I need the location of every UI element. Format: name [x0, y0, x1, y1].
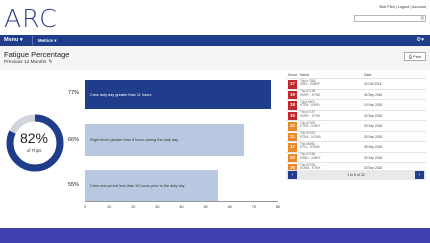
table-row[interactable]: 20 Trip #7166 KSBD - KMRY 30 Sep 2018 [286, 151, 426, 162]
trip-route: KTNX - KMRY [300, 124, 321, 129]
trip-route: KSDI - KMMF [300, 82, 320, 87]
x-tick-label: 30 [155, 205, 160, 209]
bar-value-label: 77% [68, 90, 80, 96]
period-selector[interactable]: Previous 12 Months ✎ [4, 60, 52, 65]
bar-category-label: Crew rest period less than 10 hours prio… [90, 183, 185, 188]
gauge-label: of Trips [26, 148, 42, 153]
nav-divider [32, 36, 33, 45]
score-badge: 27 [288, 80, 297, 89]
table-row[interactable]: 15 Trip #7187 KMRY - KTNX 30 Sep 2018 [286, 109, 426, 120]
trip-name[interactable]: Trip #7032 KTNX - KOMA [300, 131, 321, 139]
x-tick-label: 50 [203, 205, 208, 209]
chart-bar[interactable]: Crew rest period less than 10 hours prio… [85, 170, 218, 201]
table-row[interactable]: 17 Trip #6981 KTLL - KSDM 28 Sep 2018 [286, 141, 426, 152]
table-row[interactable]: 27 Trip # 7582 KSDI - KMMF 30 Oct 2018 [286, 78, 426, 89]
trip-date: 25 Sep 2018 [364, 124, 383, 128]
trip-name[interactable]: Trip #7029 KTNX - KMRY [300, 121, 321, 129]
trip-date: 30 Sep 2018 [364, 155, 383, 160]
trip-score-table: Score Name Date 27 Trip # 7582 KSDI - KMMF… [286, 72, 426, 173]
trip-date: 30 Sep 2018 [364, 113, 383, 118]
chart-bar[interactable]: Flight times greater than 8 hours during… [85, 124, 245, 156]
trip-date: 28 Sep 2018 [364, 145, 383, 149]
pager-text: 1 to 8 of 32 [347, 173, 365, 177]
x-tick-label: 40 [179, 205, 184, 209]
bar-category-label: Flight times greater than 8 hours during… [90, 138, 179, 142]
print-label: Print [413, 54, 422, 59]
chart-bar[interactable]: Crew duty day greater than 11 hours [85, 80, 271, 109]
page-title: Fatigue Percentage [4, 50, 70, 59]
score-badge: 17 [288, 143, 297, 152]
table-row[interactable]: 22 Trip #7029 KTNX - KMRY 25 Sep 2018 [286, 120, 426, 131]
column-header-name[interactable]: Name [300, 73, 309, 77]
period-label: Previous 12 Months [4, 60, 47, 65]
chevron-right-icon[interactable]: › [415, 171, 424, 179]
user-account-links[interactable]: Bob Pilot | Logout | Account [379, 5, 426, 9]
score-badge: 22 [288, 122, 297, 131]
trip-date: 30 Sep 2018 [364, 134, 383, 139]
score-badge: 20 [288, 153, 297, 162]
page: ARC Bob Pilot | Logout | Account ⚲ Menu … [0, 0, 430, 228]
gear-icon[interactable]: ⚙▾ [416, 37, 424, 43]
score-badge: 15 [288, 111, 297, 120]
metrics-dropdown[interactable]: Metrics ▾ [38, 38, 56, 44]
x-axis-line [85, 201, 278, 202]
trip-name[interactable]: Trip #7166 KSBD - KMRY [300, 152, 321, 160]
bar-value-label: 55% [68, 182, 80, 188]
column-header-date[interactable]: Date [364, 73, 371, 77]
top-bar: ARC Bob Pilot | Logout | Account ⚲ [0, 0, 430, 34]
search-input[interactable]: ⚲ [354, 15, 426, 22]
menu-dropdown[interactable]: Menu ▾ [4, 37, 23, 43]
x-tick-label: 20 [131, 205, 136, 209]
score-badge: 19 [288, 90, 297, 99]
nav-bar: Menu ▾ Metrics ▾ ⚙▾ [0, 35, 430, 46]
trip-route: KTNX - KOMA [300, 134, 321, 139]
x-tick-label: 70 [251, 205, 256, 209]
trip-date: 10 Sep 2018 [364, 103, 383, 107]
page-header: Fatigue Percentage Previous 12 Months ✎ ⎙… [0, 46, 430, 70]
table-body: 27 Trip # 7582 KSDI - KMMF 30 Oct 2018 19 Tri… [286, 78, 426, 173]
gauge-value: 82% [19, 130, 49, 146]
print-button[interactable]: ⎙ Print [404, 52, 426, 61]
trip-date: 30 Sep 2018 [364, 92, 383, 97]
trip-name[interactable]: Trip #7187 KMRY - KTNX [300, 110, 321, 118]
arc-logo[interactable]: ARC [4, 4, 58, 33]
bar-value-label: 66% [68, 137, 80, 143]
x-tick-label: 80 [275, 205, 281, 209]
trip-route: KMRY - KTNX [300, 113, 321, 118]
trip-route: KTEB - KMRY [300, 103, 321, 108]
column-header-score[interactable]: Score [288, 73, 297, 77]
x-tick-label: 0 [83, 205, 87, 209]
fatigue-gauge: 82% of Trips [4, 112, 66, 179]
gauge-text: 82% of Trips [4, 130, 64, 153]
search-icon[interactable]: ⚲ [420, 16, 424, 22]
table-row[interactable]: 18 Trip# 6601 KTEB - KMRY 10 Sep 2018 [286, 99, 426, 110]
trip-route: KSBD - KMRY [300, 155, 321, 160]
score-badge: 18 [288, 101, 297, 110]
score-badge: 21 [288, 132, 297, 141]
x-tick-label: 60 [227, 205, 232, 209]
trip-route: KMRY - KTNX [300, 92, 321, 97]
bar-category-label: Crew duty day greater than 11 hours [90, 92, 152, 97]
trip-route: KTLL - KSDM [300, 145, 320, 150]
trip-name[interactable]: Trip #6981 KTLL - KSDM [300, 142, 320, 150]
x-tick-label: 10 [107, 205, 112, 209]
trip-date: 30 Oct 2018 [364, 82, 382, 86]
table-pager: ‹ 1 to 8 of 32 › [286, 170, 426, 180]
table-row[interactable]: 19 Trip #7138 KMRY - KTNX 30 Sep 2018 [286, 88, 426, 99]
trip-name[interactable]: Trip # 7582 KSDI - KMMF [300, 79, 320, 87]
pencil-icon[interactable]: ✎ [48, 60, 52, 65]
trip-name[interactable]: Trip #7138 KMRY - KTNX [300, 89, 321, 97]
table-row[interactable]: 21 Trip #7032 KTNX - KOMA 30 Sep 2018 [286, 130, 426, 141]
trip-name[interactable]: Trip# 6601 KTEB - KMRY [300, 100, 321, 108]
